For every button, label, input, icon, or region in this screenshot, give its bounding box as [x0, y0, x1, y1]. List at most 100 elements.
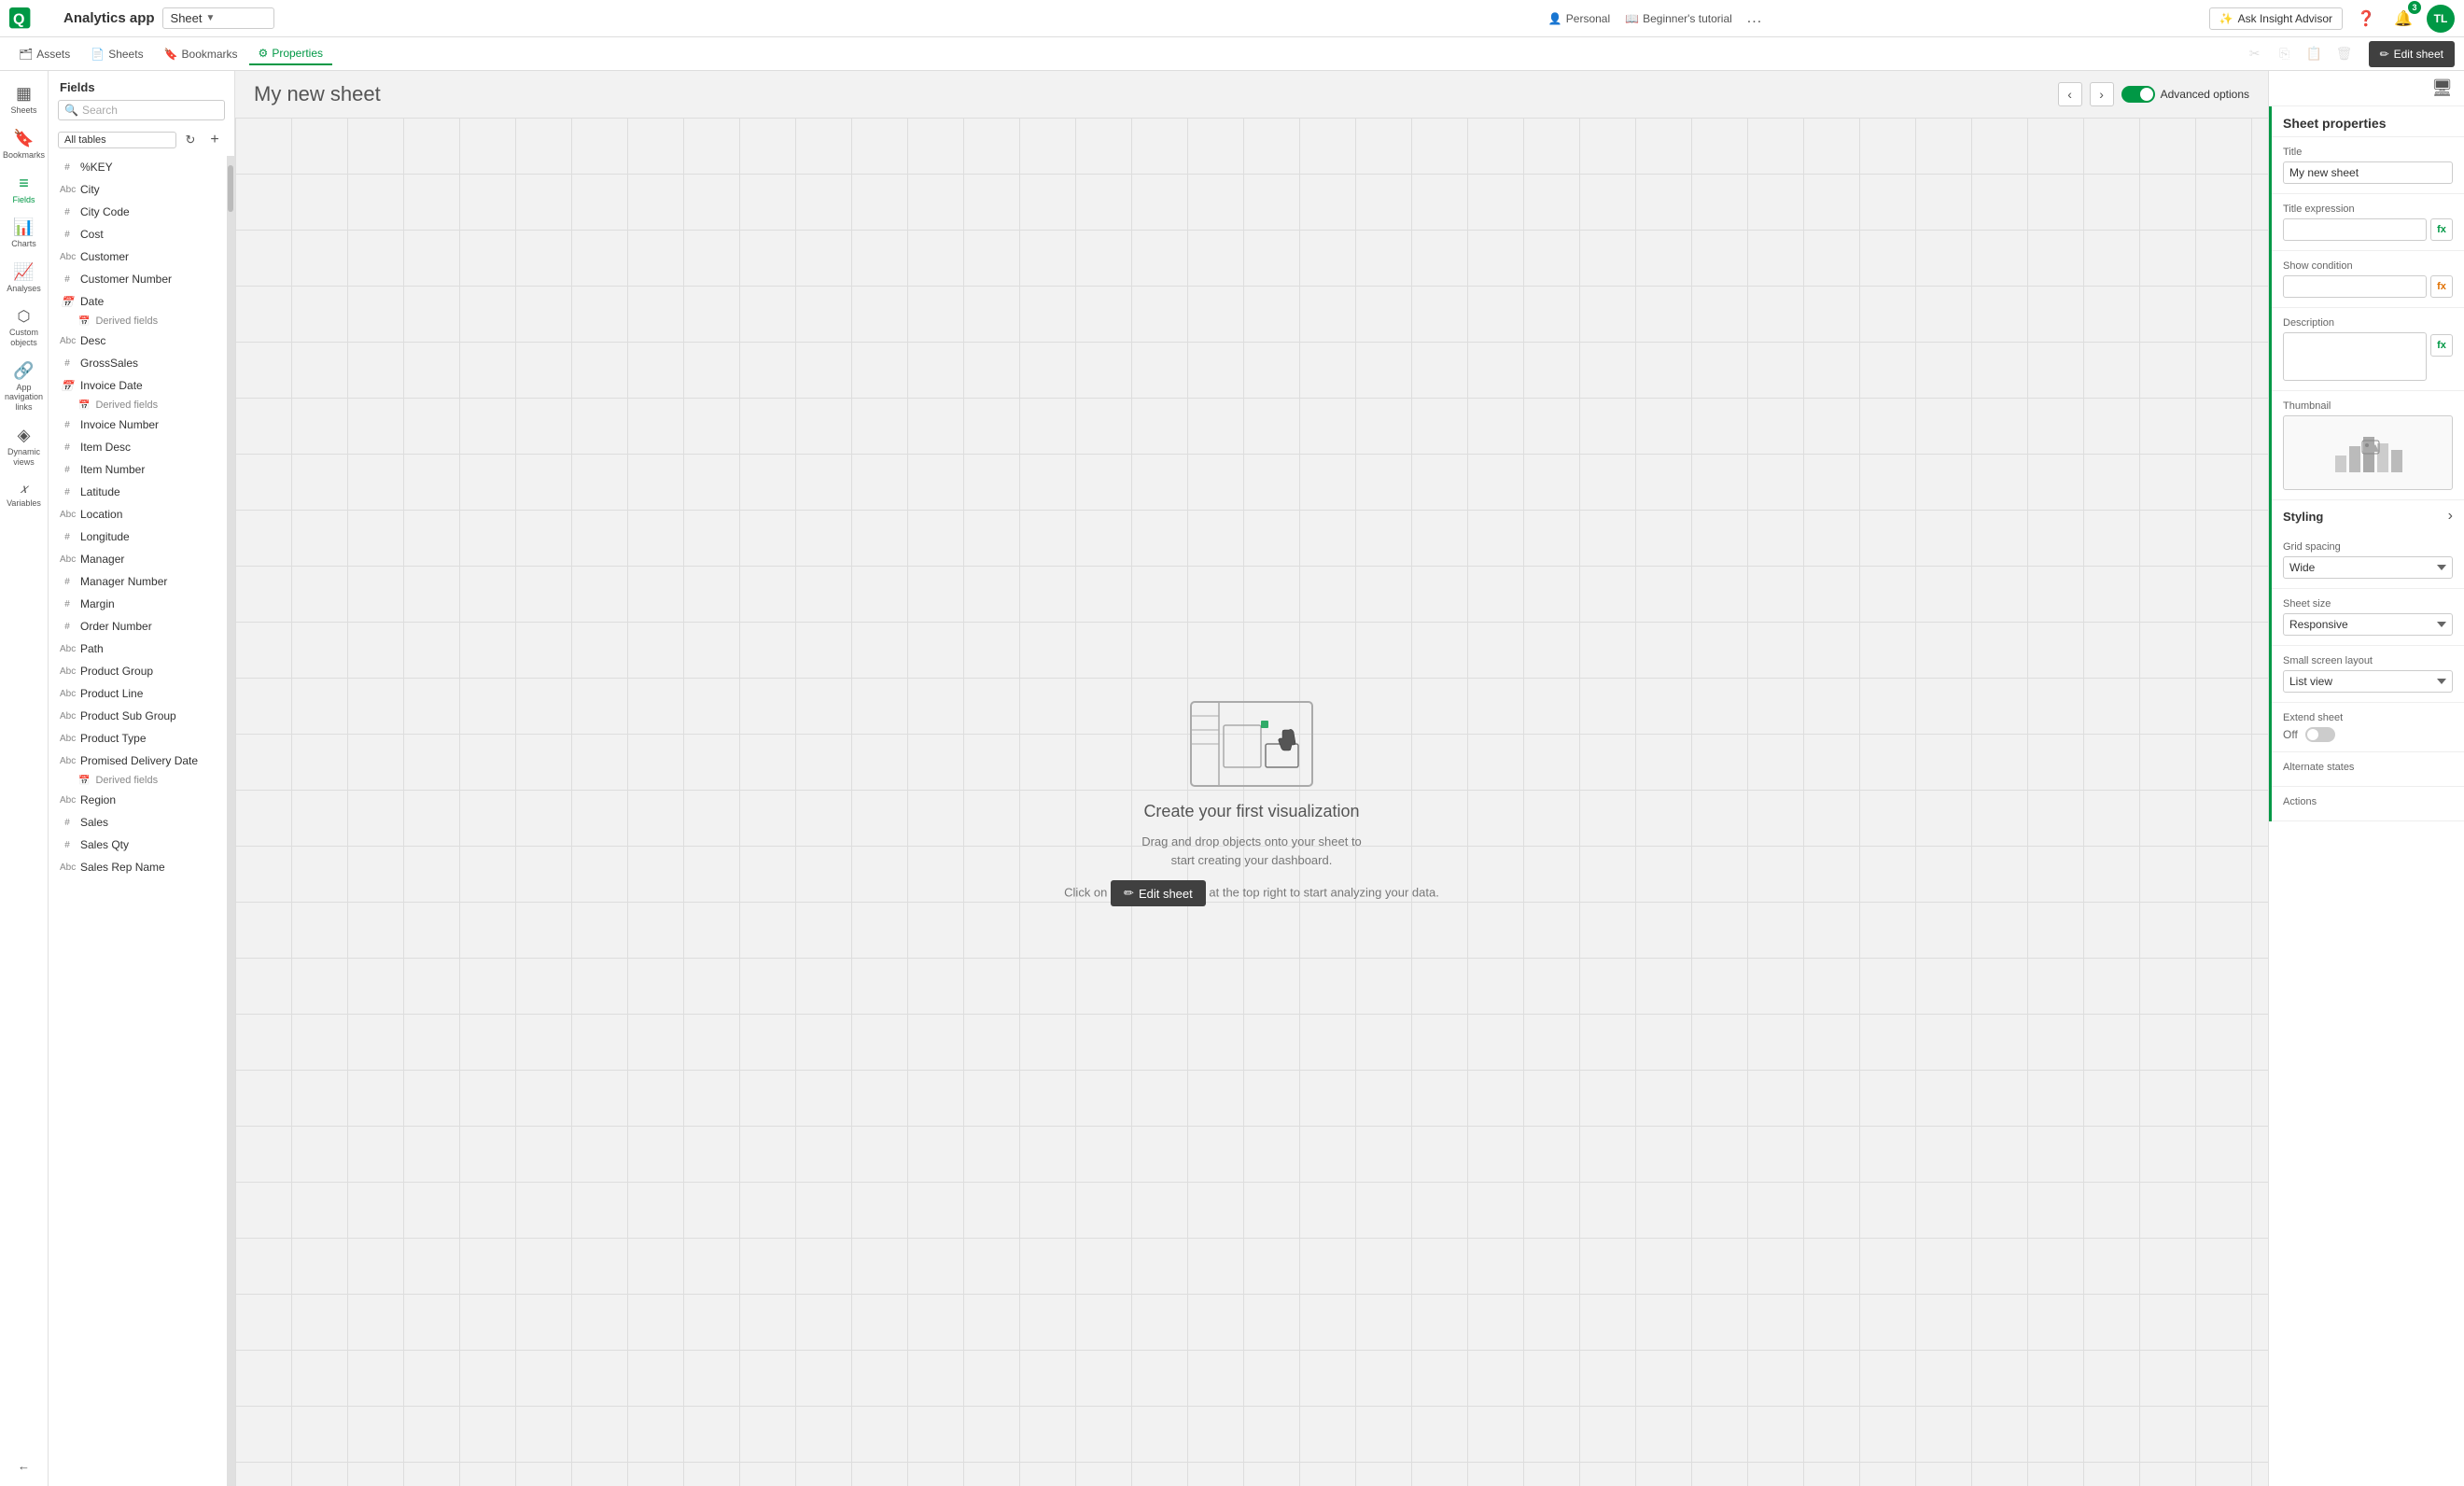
field-item-promiseddate[interactable]: Abc Promised Delivery Date — [49, 750, 234, 772]
field-item-date[interactable]: 📅 Date — [49, 290, 234, 313]
derived-item-promiseddate[interactable]: 📅 Derived fields — [49, 772, 234, 789]
field-item-cost[interactable]: # Cost — [49, 223, 234, 245]
field-item-path[interactable]: Abc Path — [49, 638, 234, 660]
tutorial-link[interactable]: 📖 Beginner's tutorial — [1625, 12, 1732, 25]
field-item-invoicenumber[interactable]: # Invoice Number — [49, 414, 234, 436]
prev-sheet-button[interactable]: ‹ — [2058, 82, 2082, 106]
sidebar-item-nav[interactable]: 🔗 App navigation links — [2, 356, 47, 418]
derived-item-invoicedate[interactable]: 📅 Derived fields — [49, 397, 234, 414]
field-item-sales[interactable]: # Sales — [49, 811, 234, 834]
delete-button[interactable]: 🗑 — [2331, 41, 2358, 67]
tab-bookmarks[interactable]: 🔖 Bookmarks — [155, 43, 247, 65]
secondbar: 🗂 Assets 📄 Sheets 🔖 Bookmarks ⚙ Properti… — [0, 37, 2464, 71]
field-item-productline[interactable]: Abc Product Line — [49, 682, 234, 705]
sheet-size-select[interactable]: Responsive Fixed — [2283, 613, 2453, 636]
field-item-margin[interactable]: # Margin — [49, 593, 234, 615]
sidebar-dynamic-label: Dynamic views — [6, 447, 43, 468]
derived-label: Derived fields — [95, 315, 158, 327]
field-item-city[interactable]: Abc City — [49, 178, 234, 201]
description-fx-button[interactable]: fx — [2430, 334, 2453, 357]
field-item-desc[interactable]: Abc Desc — [49, 329, 234, 352]
sidebar-item-dynamic[interactable]: ◈ Dynamic views — [2, 420, 47, 473]
field-item-customer[interactable]: Abc Customer — [49, 245, 234, 268]
sidebar-item-charts[interactable]: 📊 Charts — [2, 212, 47, 255]
field-item-productgroup[interactable]: Abc Product Group — [49, 660, 234, 682]
sidebar-collapse-button[interactable]: ← — [2, 1453, 47, 1479]
scrollbar-thumb[interactable] — [228, 165, 233, 212]
field-item-managernumber[interactable]: # Manager Number — [49, 570, 234, 593]
insight-advisor-button[interactable]: ✨ Ask Insight Advisor — [2209, 7, 2343, 30]
user-avatar[interactable]: TL — [2427, 5, 2455, 33]
monitor-icon[interactable]: 🖥 — [2431, 78, 2453, 98]
paste-button[interactable]: 📋 — [2302, 41, 2328, 67]
field-item-region[interactable]: Abc Region — [49, 789, 234, 811]
field-item-salesrepname[interactable]: Abc Sales Rep Name — [49, 856, 234, 878]
field-item-ordernumber[interactable]: # Order Number — [49, 615, 234, 638]
field-item-invoicedate[interactable]: 📅 Invoice Date — [49, 374, 234, 397]
sidebar-item-fields[interactable]: ≡ Fields — [2, 168, 47, 211]
field-item-custnumber[interactable]: # Customer Number — [49, 268, 234, 290]
field-name: Path — [80, 642, 104, 655]
tab-assets[interactable]: 🗂 Assets — [9, 43, 79, 65]
description-textarea[interactable] — [2283, 332, 2427, 381]
field-item-latitude[interactable]: # Latitude — [49, 481, 234, 503]
sidebar-item-custom[interactable]: ⬡ Custom objects — [2, 301, 47, 354]
sidebar-item-analyses[interactable]: 📈 Analyses — [2, 257, 47, 300]
derived-label: Derived fields — [95, 400, 158, 411]
more-options-button[interactable]: ... — [1747, 10, 1762, 27]
table-filter-select[interactable]: All tables — [58, 132, 176, 148]
field-name: City — [80, 183, 100, 196]
styling-expand-button[interactable]: › — [2448, 508, 2453, 525]
next-sheet-button[interactable]: › — [2090, 82, 2114, 106]
field-item-grosssales[interactable]: # GrossSales — [49, 352, 234, 374]
title-expression-fx-button[interactable]: fx — [2430, 218, 2453, 241]
thumbnail-area[interactable] — [2283, 415, 2453, 490]
field-item-location[interactable]: Abc Location — [49, 503, 234, 526]
tab-properties[interactable]: ⚙ Properties — [249, 43, 332, 65]
edit-sheet-inline-button[interactable]: ✏ Edit sheet — [1111, 880, 1206, 906]
field-item-manager[interactable]: Abc Manager — [49, 548, 234, 570]
show-condition-label: Show condition — [2283, 260, 2453, 272]
extend-sheet-toggle[interactable] — [2305, 727, 2335, 742]
sidebar-item-sheets[interactable]: ▦ Sheets — [2, 78, 47, 121]
personal-workspace[interactable]: 👤 Personal — [1548, 12, 1610, 25]
help-button[interactable]: ❓ — [2352, 5, 2380, 33]
field-item-salesqty[interactable]: # Sales Qty — [49, 834, 234, 856]
field-name: Margin — [80, 597, 115, 610]
advanced-options-toggle[interactable]: Advanced options — [2121, 86, 2249, 103]
show-condition-input[interactable] — [2283, 275, 2427, 298]
refresh-fields-button[interactable]: ↻ — [180, 130, 201, 150]
fields-search-box[interactable]: 🔍 — [58, 100, 225, 120]
field-name: City Code — [80, 205, 130, 218]
field-item-producttype[interactable]: Abc Product Type — [49, 727, 234, 750]
tab-sheets[interactable]: 📄 Sheets — [81, 43, 152, 65]
derived-item-date[interactable]: 📅 Derived fields — [49, 313, 234, 329]
field-item-itemdesc[interactable]: # Item Desc — [49, 436, 234, 458]
field-type-hash: # — [60, 274, 75, 285]
cut-button[interactable]: ✂ — [2242, 41, 2268, 67]
thumbnail-preview-icon — [2331, 429, 2405, 476]
add-field-button[interactable]: + — [204, 130, 225, 150]
sidebar-item-bookmarks[interactable]: 🔖 Bookmarks — [2, 123, 47, 166]
tutorial-label: Beginner's tutorial — [1643, 12, 1732, 25]
field-item-productsubgroup[interactable]: Abc Product Sub Group — [49, 705, 234, 727]
tab-bookmarks-label: Bookmarks — [182, 48, 238, 61]
sheet-selector[interactable]: Sheet ▼ — [162, 7, 274, 29]
edit-sheet-button[interactable]: ✏ Edit sheet — [2369, 41, 2455, 67]
qlik-logo[interactable]: Q — [9, 5, 56, 33]
field-item-longitude[interactable]: # Longitude — [49, 526, 234, 548]
title-expression-input[interactable] — [2283, 218, 2427, 241]
sidebar-item-variables[interactable]: 𝑥 Variables — [2, 475, 47, 514]
title-input[interactable] — [2283, 161, 2453, 184]
field-item-itemnumber[interactable]: # Item Number — [49, 458, 234, 481]
grid-spacing-select[interactable]: Wide Medium Narrow — [2283, 556, 2453, 579]
field-item-key[interactable]: # %KEY — [49, 156, 234, 178]
field-name: Region — [80, 793, 116, 806]
field-name: Product Type — [80, 732, 147, 745]
advanced-toggle-switch[interactable] — [2121, 86, 2155, 103]
copy-button[interactable]: ⎘ — [2272, 41, 2298, 67]
show-condition-fx-button[interactable]: fx — [2430, 275, 2453, 298]
field-item-citycode[interactable]: # City Code — [49, 201, 234, 223]
fields-search-input[interactable] — [82, 104, 218, 117]
small-screen-select[interactable]: List view Slide view — [2283, 670, 2453, 693]
